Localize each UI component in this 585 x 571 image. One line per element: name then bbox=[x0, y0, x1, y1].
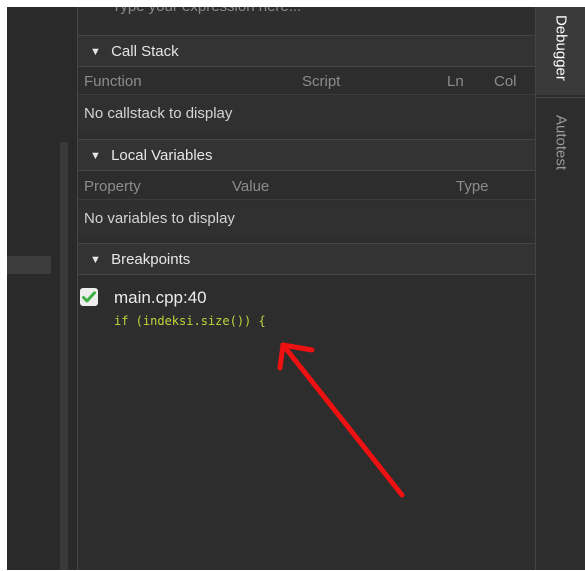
debugger-window: Type your expression here... ▼ Call Stac… bbox=[7, 7, 585, 570]
annotation-arrow bbox=[277, 342, 405, 498]
